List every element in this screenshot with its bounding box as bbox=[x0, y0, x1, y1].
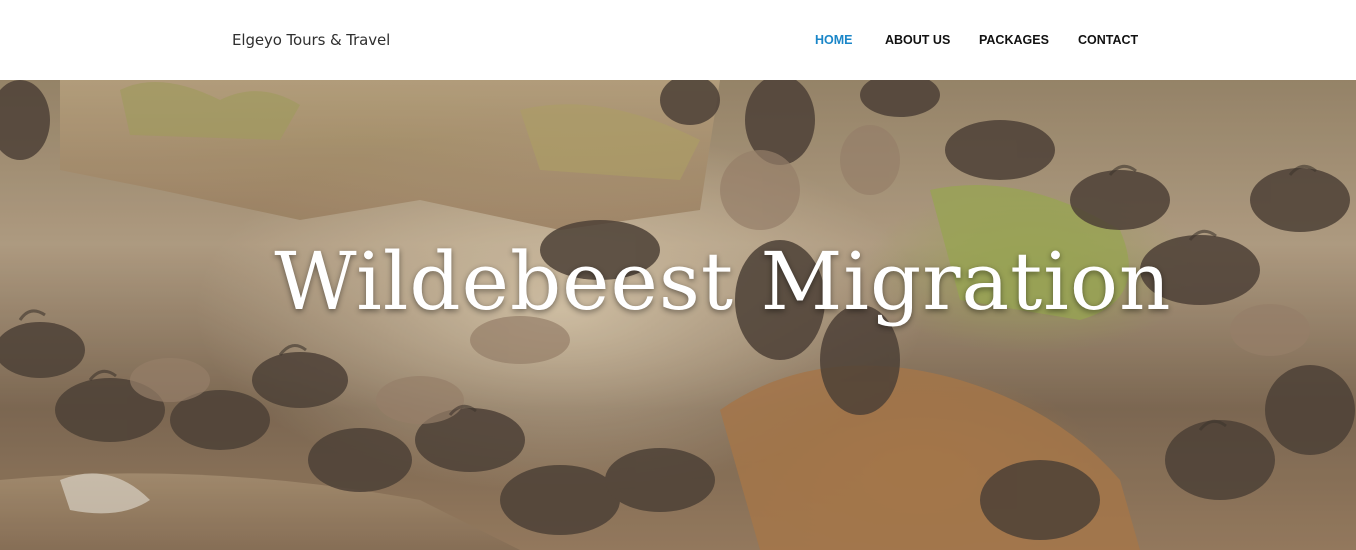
nav-item-about-us[interactable]: ABOUT US bbox=[885, 33, 950, 47]
nav-item-packages[interactable]: PACKAGES bbox=[979, 33, 1049, 47]
nav-item-contact[interactable]: CONTACT bbox=[1078, 33, 1138, 47]
main-nav: HOME ABOUT US PACKAGES CONTACT bbox=[0, 33, 1356, 49]
hero-title: Wildebeest Migration bbox=[274, 235, 1172, 328]
site-header: Elgeyo Tours & Travel HOME ABOUT US PACK… bbox=[0, 0, 1356, 80]
nav-item-home[interactable]: HOME bbox=[815, 33, 853, 47]
hero-banner: Wildebeest Migration bbox=[0, 80, 1356, 550]
